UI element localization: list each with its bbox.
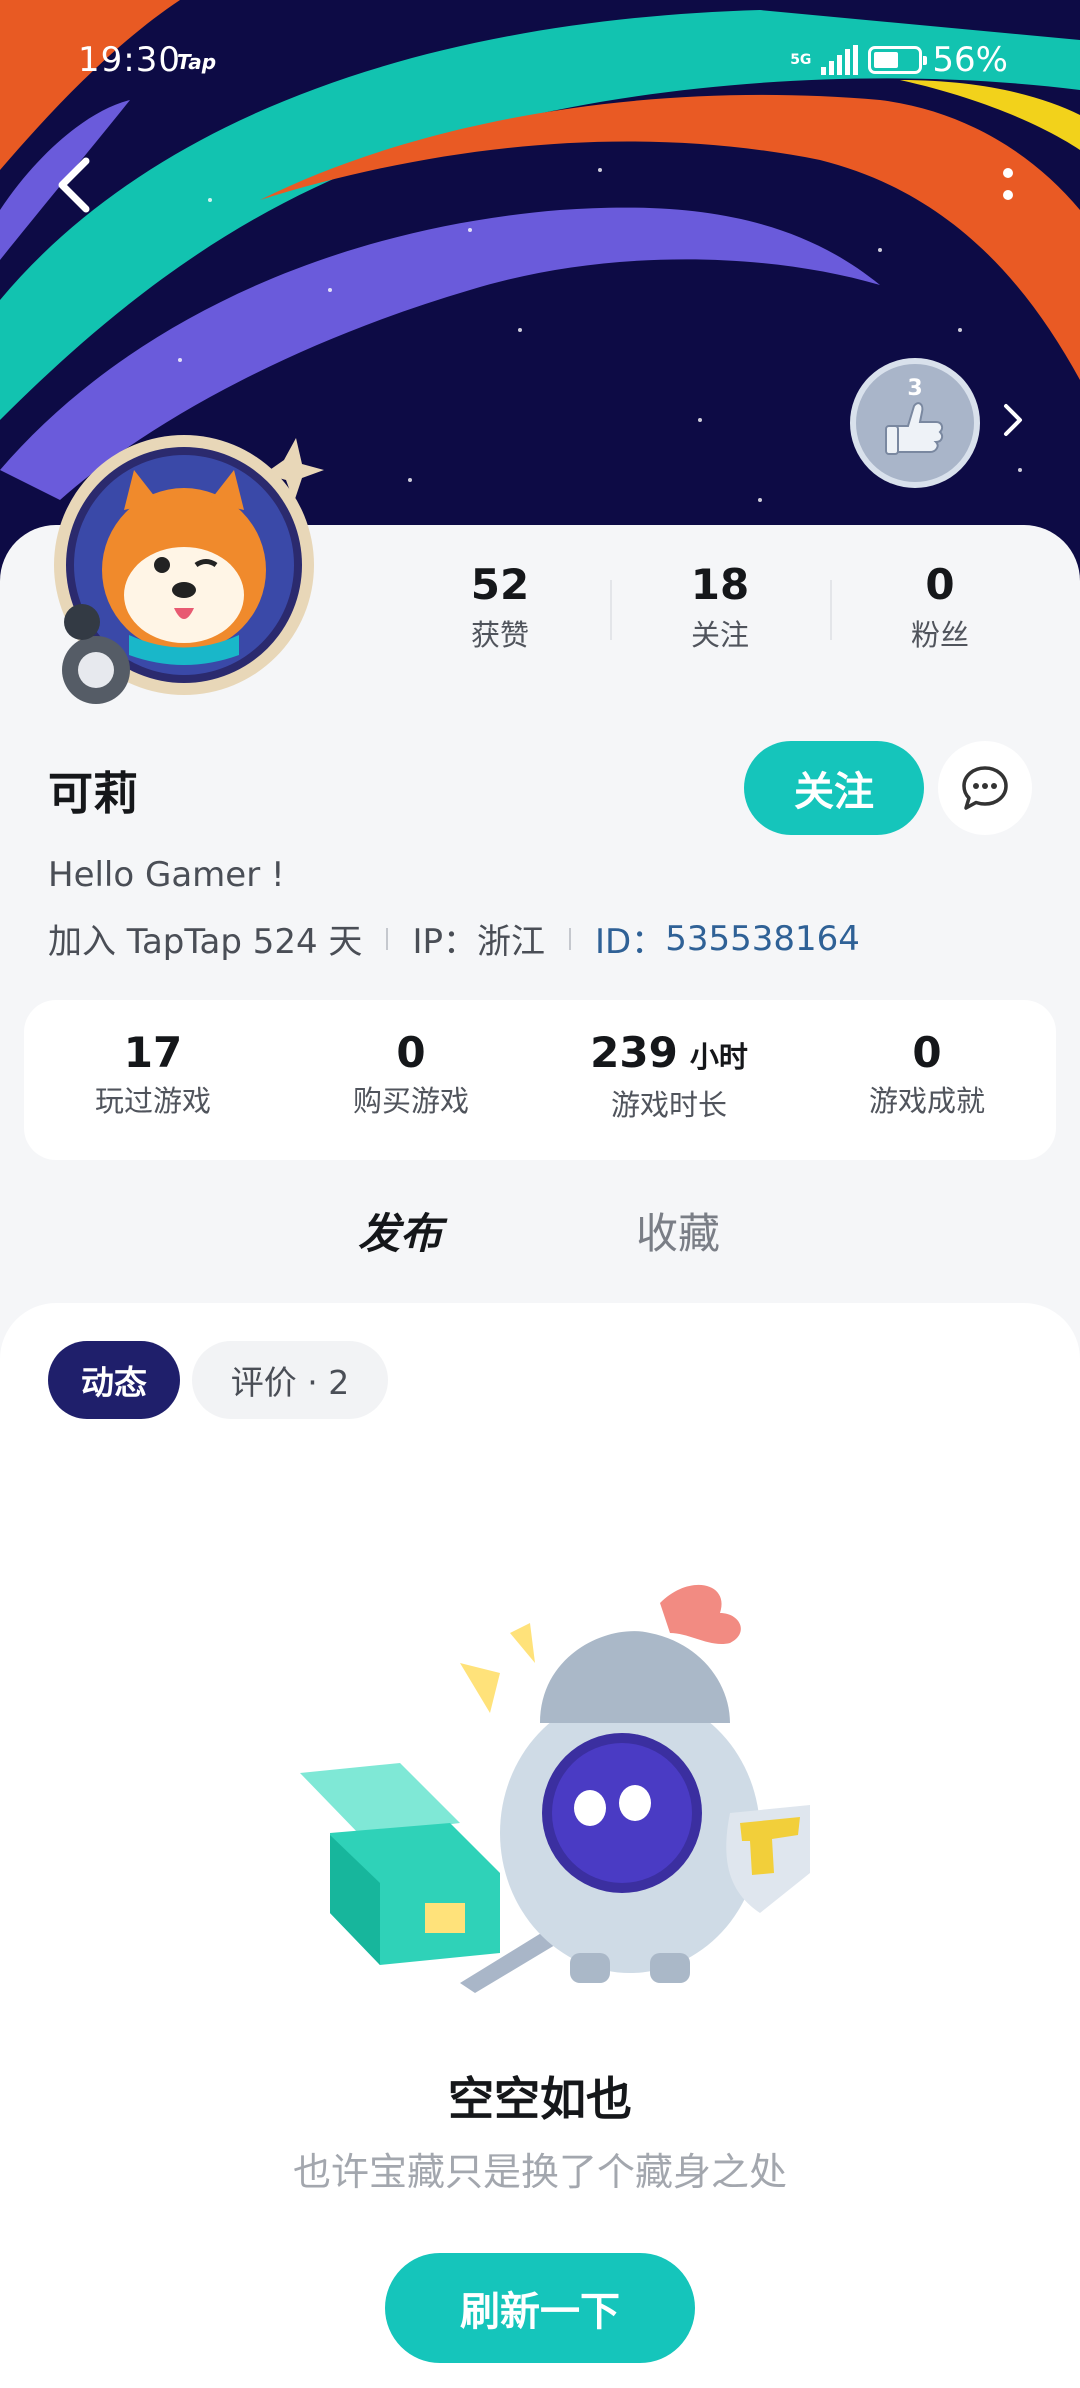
message-button[interactable] bbox=[938, 741, 1032, 835]
tab-posts[interactable]: 发布 bbox=[358, 1200, 459, 1267]
stat-value: 0 bbox=[925, 560, 955, 609]
profile-meta: 加入 TapTap 524 天 IP：浙江 ID： 535538164 bbox=[48, 914, 860, 963]
divider bbox=[386, 927, 389, 950]
joined-days: 加入 TapTap 524 天 bbox=[48, 922, 363, 962]
battery-icon bbox=[868, 46, 928, 74]
game-stat-value: 17 bbox=[123, 1028, 183, 1077]
game-stat-achievements[interactable]: 0 游戏成就 bbox=[798, 1000, 1056, 1160]
chat-bubble-icon bbox=[962, 766, 1008, 810]
game-stat-label: 游戏成就 bbox=[868, 1084, 985, 1118]
filter-chip-reviews[interactable]: 评价 · 2 bbox=[192, 1341, 388, 1419]
filter-chip-moments[interactable]: 动态 bbox=[48, 1341, 180, 1419]
thumbs-up-icon bbox=[885, 402, 944, 455]
stat-following[interactable]: 18 关注 bbox=[610, 560, 830, 660]
game-stat-played[interactable]: 17 玩过游戏 bbox=[24, 1000, 282, 1160]
ip-location: IP：浙江 bbox=[412, 922, 545, 962]
stat-label: 关注 bbox=[690, 618, 749, 652]
game-stat-purchased[interactable]: 0 购买游戏 bbox=[282, 1000, 540, 1160]
empty-state-illustration bbox=[300, 1584, 810, 1993]
signal-icon bbox=[821, 45, 859, 75]
back-arrow-icon[interactable] bbox=[50, 155, 100, 215]
game-stat-value: 239 小时 bbox=[590, 1028, 748, 1077]
stat-followers[interactable]: 0 粉丝 bbox=[830, 560, 1050, 660]
achievement-medal[interactable]: 3 bbox=[850, 358, 980, 488]
game-stat-label: 游戏时长 bbox=[610, 1088, 727, 1122]
empty-state-title: 空空如也 bbox=[448, 2072, 632, 2126]
game-stat-value: 0 bbox=[396, 1028, 426, 1077]
game-stat-label: 购买游戏 bbox=[352, 1084, 469, 1118]
stat-likes[interactable]: 52 获赞 bbox=[390, 560, 610, 660]
feed-panel: 动态 评价 · 2 空空如也 也许宝藏只是换了个藏身之处 刷新一下 bbox=[0, 1303, 1080, 2388]
battery-level: 56% bbox=[932, 40, 1008, 80]
game-stats: 17 玩过游戏 0 购买游戏 239 小时 游戏时长 0 游戏成就 bbox=[24, 1000, 1056, 1160]
status-bar: 19:30 Tap 5G 56% bbox=[0, 40, 1080, 90]
social-stats: 52 获赞 18 关注 0 粉丝 bbox=[390, 560, 1050, 660]
profile-name: 可莉 bbox=[48, 767, 139, 820]
game-stat-label: 玩过游戏 bbox=[94, 1084, 211, 1118]
game-stat-playtime[interactable]: 239 小时 游戏时长 bbox=[540, 1000, 798, 1160]
app-tag: Tap bbox=[177, 50, 217, 74]
stat-label: 获赞 bbox=[470, 618, 529, 652]
refresh-button[interactable]: 刷新一下 bbox=[385, 2253, 695, 2363]
game-stat-unit: 小时 bbox=[689, 1040, 748, 1074]
content-tabs: 发布 收藏 bbox=[0, 1200, 1080, 1280]
status-time: 19:30 bbox=[78, 40, 181, 80]
avatar[interactable] bbox=[34, 430, 324, 710]
status-icons: 5G 56% bbox=[790, 40, 1008, 80]
divider bbox=[568, 927, 571, 950]
network-type: 5G bbox=[790, 52, 812, 68]
stat-value: 52 bbox=[470, 560, 530, 609]
user-id[interactable]: 535538164 bbox=[665, 919, 860, 959]
tab-favorites[interactable]: 收藏 bbox=[636, 1200, 720, 1261]
stat-label: 粉丝 bbox=[910, 618, 969, 652]
game-stat-value: 0 bbox=[912, 1028, 942, 1077]
user-id-label: ID： bbox=[594, 922, 666, 962]
more-options-icon[interactable] bbox=[996, 165, 1020, 205]
chevron-right-icon[interactable] bbox=[1000, 400, 1026, 440]
stat-value: 18 bbox=[690, 560, 750, 609]
profile-bio: Hello Gamer ! bbox=[48, 855, 285, 895]
empty-state-subtitle: 也许宝藏只是换了个藏身之处 bbox=[292, 2150, 787, 2194]
follow-button[interactable]: 关注 bbox=[744, 741, 924, 835]
